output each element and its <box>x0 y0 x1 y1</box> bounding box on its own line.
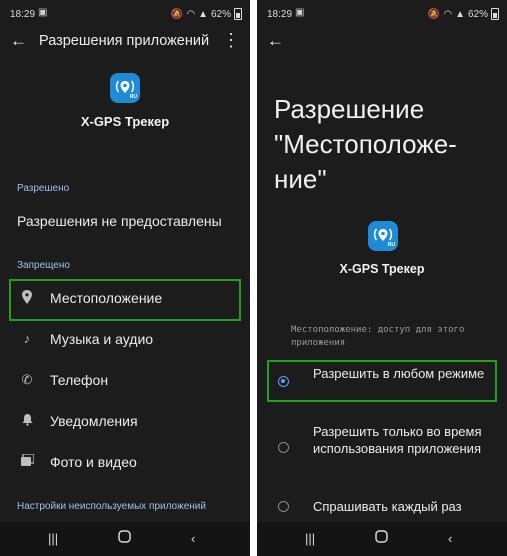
battery-level: 62% <box>210 8 231 20</box>
back-nav-icon[interactable]: ‹ <box>448 531 452 546</box>
back-arrow-icon[interactable]: ← <box>10 31 27 51</box>
permission-item-notifications[interactable]: Уведомления <box>0 403 250 439</box>
app-permissions-screen: 18:29 ▣ 🔕 ◠ ▲ 62% ← Разрешения приложени… <box>0 0 250 556</box>
page-title-line: "Местоположе- <box>274 129 457 159</box>
permission-label: Фото и видео <box>50 454 137 470</box>
bell-icon <box>20 413 34 429</box>
permission-caption: Местоположение: доступ для этого приложе… <box>291 325 465 348</box>
highlight-box-location <box>9 279 241 321</box>
battery-level: 62% <box>467 8 488 20</box>
radio-ask-every-time[interactable] <box>278 501 289 512</box>
radio-allow-while-using[interactable] <box>278 442 289 453</box>
location-permission-screen: 18:29 ▣ 🔕 ◠ ▲ 62% ← Разрешение "Местопол… <box>257 0 507 556</box>
mute-icon: 🔕 <box>170 8 184 20</box>
app-bar: ← Разрешения приложений ⋮ <box>0 30 250 56</box>
allowed-none-text: Разрешения не предоставлены <box>17 213 222 229</box>
permission-label: Уведомления <box>50 413 138 429</box>
app-icon-badge: RU <box>387 242 395 248</box>
app-bar: ← <box>257 30 507 56</box>
recent-apps-icon[interactable]: ||| <box>48 531 58 546</box>
denied-section-header: Запрещено <box>17 260 70 271</box>
back-arrow-icon[interactable]: ← <box>267 31 284 51</box>
signal-icon: ▲ <box>455 8 465 20</box>
allowed-section-header: Разрешено <box>17 183 70 194</box>
app-name: X-GPS Трекер <box>339 262 425 276</box>
status-time: 18:29 <box>267 9 293 20</box>
app-icon-badge: RU <box>129 94 137 100</box>
home-icon[interactable] <box>118 530 131 546</box>
navigation-bar: ||| ‹ <box>0 522 250 556</box>
notification-image-icon: ▣ <box>38 7 48 18</box>
battery-icon <box>491 8 499 20</box>
page-title: Разрешение "Местоположе- ние" <box>274 92 494 197</box>
back-nav-icon[interactable]: ‹ <box>191 531 195 546</box>
permission-item-photos[interactable]: Фото и видео <box>0 444 250 480</box>
wifi-icon: ◠ <box>443 8 453 20</box>
more-options-icon[interactable]: ⋮ <box>222 30 240 50</box>
status-bar: 18:29 ▣ 🔕 ◠ ▲ 62% <box>257 0 507 30</box>
page-title-line: ние" <box>274 164 327 194</box>
permission-label: Музыка и аудио <box>50 331 154 347</box>
highlight-box-allow-always <box>267 360 497 402</box>
photo-icon <box>20 453 35 470</box>
battery-icon <box>234 8 242 20</box>
unused-apps-section-header: Настройки неиспользуемых приложений <box>17 501 206 512</box>
permission-item-phone[interactable]: ✆ Телефон <box>0 362 250 398</box>
permission-label: Телефон <box>50 372 109 388</box>
app-icon: RU <box>110 73 140 103</box>
signal-icon: ▲ <box>198 8 208 20</box>
page-title: Разрешения приложений <box>39 33 210 49</box>
notification-image-icon: ▣ <box>295 7 305 18</box>
option-label: Разрешить только во время использования … <box>313 424 482 456</box>
permission-item-music[interactable]: ♪ Музыка и аудио <box>0 321 250 357</box>
status-bar: 18:29 ▣ 🔕 ◠ ▲ 62% <box>0 0 250 30</box>
navigation-bar: ||| ‹ <box>257 522 507 556</box>
phone-icon: ✆ <box>21 372 33 387</box>
mute-icon: 🔕 <box>427 8 441 20</box>
app-icon: RU <box>368 221 398 251</box>
app-name: X-GPS Трекер <box>80 114 170 129</box>
music-note-icon: ♪ <box>23 331 31 346</box>
home-icon[interactable] <box>375 530 388 546</box>
page-title-line: Разрешение <box>274 94 425 124</box>
status-time: 18:29 <box>10 9 36 20</box>
option-label: Спрашивать каждый раз <box>313 499 462 514</box>
recent-apps-icon[interactable]: ||| <box>305 531 315 546</box>
wifi-icon: ◠ <box>186 8 196 20</box>
